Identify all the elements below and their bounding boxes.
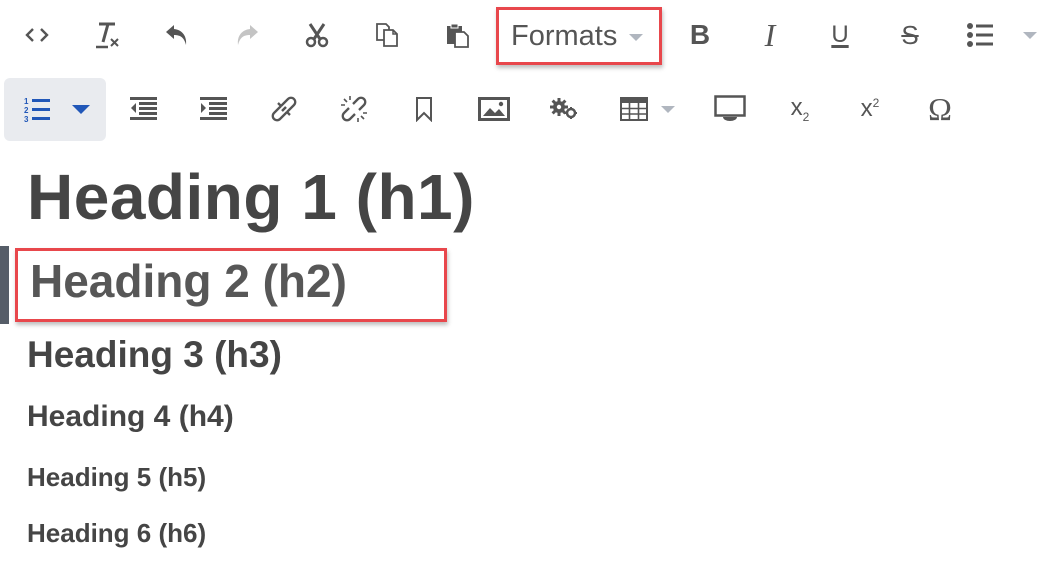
paste-icon xyxy=(447,23,469,48)
link-icon xyxy=(271,96,297,122)
paste-button[interactable] xyxy=(438,2,476,68)
gears-icon xyxy=(550,98,577,119)
toolbar-row-2: 1 2 3 x2 x2 Ω xyxy=(0,76,1056,142)
remove-format-icon xyxy=(96,22,119,49)
bookmark-icon xyxy=(416,97,432,122)
bullet-list-button[interactable] xyxy=(962,2,998,68)
bullet-list-icon xyxy=(967,23,993,47)
heading-2[interactable]: Heading 2 (h2) xyxy=(30,254,347,308)
subscript-x: x xyxy=(790,94,803,122)
formats-dropdown[interactable]: Formats xyxy=(496,7,662,65)
list-number-2: 2 xyxy=(24,106,29,115)
underline-icon: U xyxy=(831,21,849,48)
chevron-down-icon xyxy=(661,105,675,113)
subscript-icon: x2 xyxy=(791,94,810,124)
toolbar-row-1: Formats B I U S xyxy=(0,2,1056,68)
superscript-button[interactable]: x2 xyxy=(852,76,888,142)
heading-5[interactable]: Heading 5 (h5) xyxy=(27,462,206,493)
unlink-icon xyxy=(341,96,367,122)
superscript-icon: x2 xyxy=(861,95,880,123)
cut-button[interactable] xyxy=(298,2,336,68)
outdent-button[interactable] xyxy=(126,76,162,142)
preview-button[interactable] xyxy=(712,76,748,142)
strikethrough-button[interactable]: S xyxy=(892,2,928,68)
numbered-list-icon: 1 2 3 xyxy=(24,97,50,124)
monitor-icon xyxy=(714,95,746,121)
list-number-3: 3 xyxy=(24,115,29,124)
italic-button[interactable]: I xyxy=(752,2,788,68)
current-block-marker xyxy=(0,246,9,324)
table-button[interactable] xyxy=(616,76,652,142)
chevron-down-icon xyxy=(629,33,644,41)
scissors-icon xyxy=(305,23,329,48)
undo-button[interactable] xyxy=(158,2,196,68)
table-icon xyxy=(620,97,648,121)
italic-icon: I xyxy=(764,16,776,53)
chevron-down-icon[interactable] xyxy=(72,105,90,114)
insert-image-button[interactable] xyxy=(476,76,512,142)
bold-button[interactable]: B xyxy=(682,2,718,68)
outdent-icon xyxy=(130,97,157,120)
strikethrough-icon: S xyxy=(901,19,919,50)
insert-media-button[interactable] xyxy=(546,76,582,142)
numbered-list-button[interactable]: 1 2 3 xyxy=(4,78,106,141)
redo-button[interactable] xyxy=(228,2,266,68)
heading-1[interactable]: Heading 1 (h1) xyxy=(27,160,475,234)
superscript-x: x xyxy=(860,95,873,122)
bookmark-button[interactable] xyxy=(406,76,442,142)
subscript-mark: 2 xyxy=(802,109,810,124)
indent-icon xyxy=(200,97,227,120)
superscript-mark: 2 xyxy=(872,96,880,110)
redo-icon xyxy=(237,25,258,45)
list-number-1: 1 xyxy=(24,97,29,106)
insert-link-button[interactable] xyxy=(266,76,302,142)
heading-6[interactable]: Heading 6 (h6) xyxy=(27,518,206,549)
source-code-button[interactable] xyxy=(18,2,56,68)
code-icon xyxy=(25,28,49,42)
bold-icon: B xyxy=(689,19,711,50)
omega-icon: Ω xyxy=(928,90,952,127)
undo-icon xyxy=(166,25,187,45)
heading-3[interactable]: Heading 3 (h3) xyxy=(27,334,282,376)
copy-button[interactable] xyxy=(368,2,406,68)
subscript-button[interactable]: x2 xyxy=(782,76,818,142)
table-dropdown[interactable] xyxy=(656,76,680,142)
image-icon xyxy=(478,97,510,121)
remove-link-button[interactable] xyxy=(336,76,372,142)
bullet-list-dropdown[interactable] xyxy=(1018,2,1042,68)
indent-button[interactable] xyxy=(196,76,232,142)
copy-icon xyxy=(376,23,398,47)
formats-label: Formats xyxy=(511,19,618,52)
chevron-down-icon xyxy=(1023,31,1037,39)
underline-button[interactable]: U xyxy=(822,2,858,68)
special-character-button[interactable]: Ω xyxy=(920,76,960,142)
heading-4[interactable]: Heading 4 (h4) xyxy=(27,400,234,434)
clear-formatting-button[interactable] xyxy=(88,2,126,68)
